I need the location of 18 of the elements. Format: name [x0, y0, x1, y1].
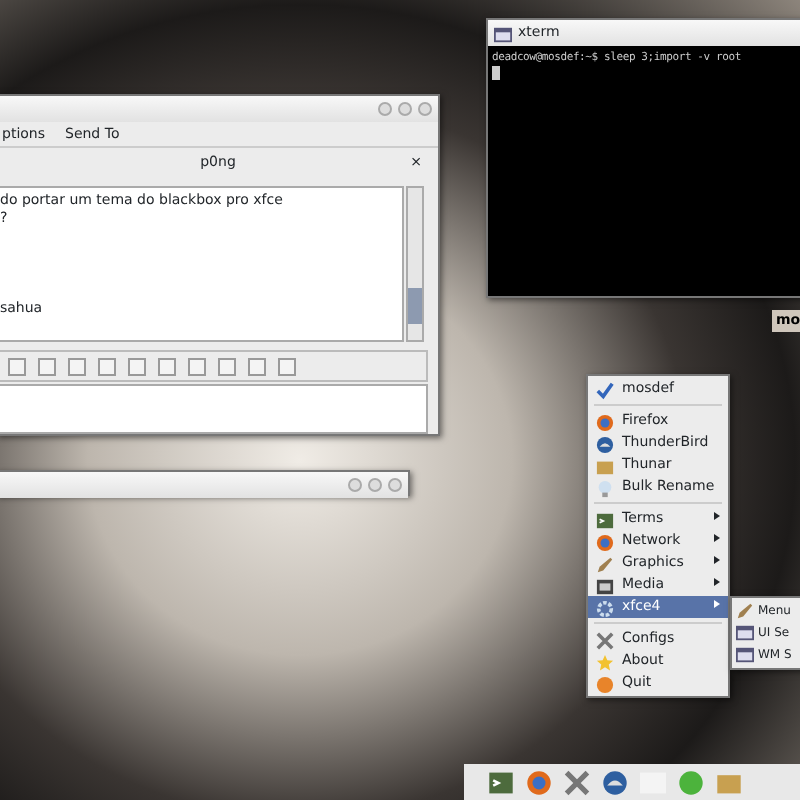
folder-icon[interactable] — [716, 769, 742, 795]
scrollbar[interactable] — [406, 186, 424, 342]
terminal-icon[interactable] — [488, 769, 514, 795]
window-icon — [736, 646, 754, 664]
folder-icon — [596, 456, 614, 474]
terminal-icon — [596, 510, 614, 528]
pencil-icon — [596, 554, 614, 572]
star-icon — [596, 652, 614, 670]
terminal-cursor — [492, 66, 500, 81]
bulb-icon — [596, 478, 614, 496]
message-input-field[interactable] — [0, 384, 428, 434]
window-icon — [494, 24, 512, 42]
pencil-icon — [736, 602, 754, 620]
check-icon — [596, 380, 614, 398]
ball-icon[interactable] — [678, 769, 704, 795]
scrollbar-thumb[interactable] — [408, 288, 422, 324]
gear-icon — [596, 598, 614, 616]
window-icon — [736, 624, 754, 642]
